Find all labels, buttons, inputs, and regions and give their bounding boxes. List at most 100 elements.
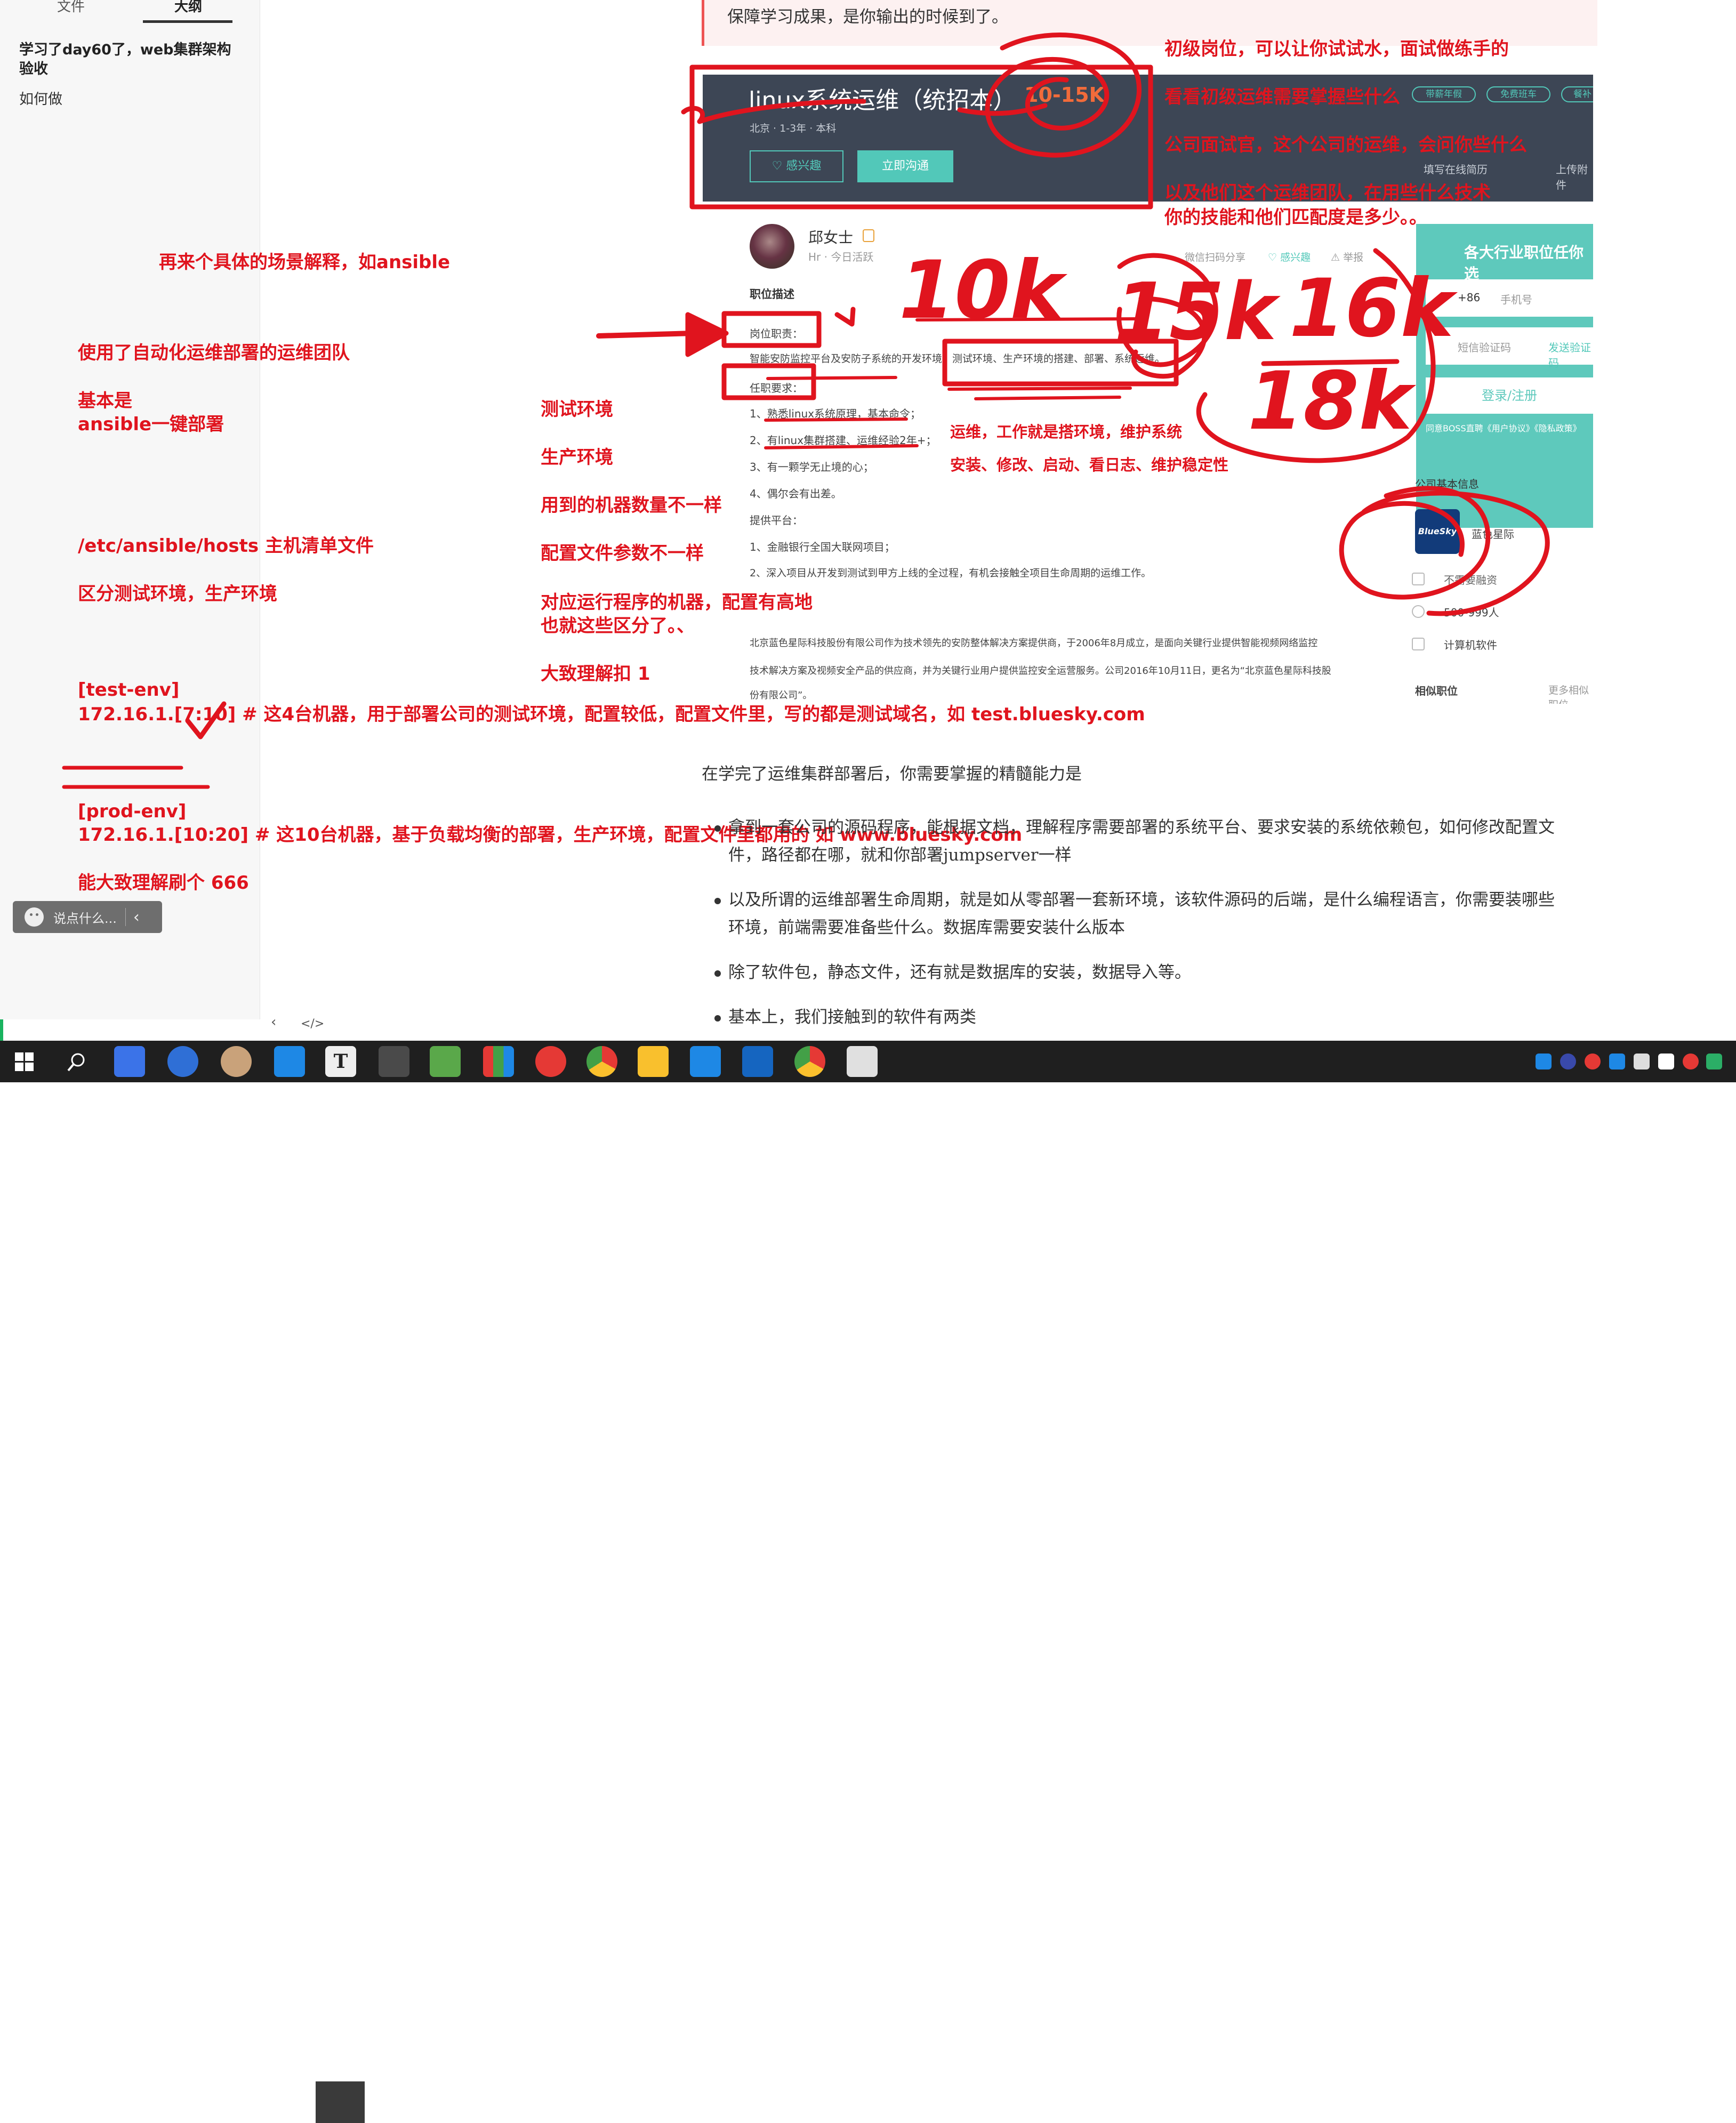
- bullet-icon: [714, 898, 721, 904]
- window-edge: [0, 1019, 3, 1041]
- arrow-shaft: [596, 330, 717, 339]
- avatar-app-icon[interactable]: [221, 1046, 252, 1077]
- verified-badge-icon: [863, 229, 874, 242]
- chat-now-button[interactable]: 立即沟通: [857, 150, 953, 182]
- company-intro: 份有限公司”。: [750, 690, 813, 701]
- doc-heading: 在学完了运维集群部署后，你需要掌握的精髓能力是: [702, 765, 1082, 784]
- chat-placeholder: 说点什么...: [53, 911, 117, 926]
- benefit-tag: 带薪年假: [1412, 86, 1476, 102]
- phone-prefix: +86: [1458, 291, 1481, 304]
- share-link[interactable]: 微信扫码分享: [1185, 250, 1245, 264]
- bullet-icon: [714, 825, 721, 832]
- mountain-app-icon[interactable]: [690, 1046, 721, 1077]
- upload-attachment-link[interactable]: 上传附件: [1556, 161, 1593, 192]
- job-salary: 10-15K: [1024, 83, 1105, 107]
- note-ops2: 安装、修改、启动、看日志、维护稳定性: [950, 456, 1229, 474]
- phone-input[interactable]: +86 手机号: [1426, 279, 1593, 317]
- hr-name: 邱女士: [808, 229, 854, 246]
- note-config: 配置文件参数不一样: [541, 543, 704, 564]
- note-basic1: 基本是: [78, 390, 132, 412]
- duty-text: 智能安防监控平台及安防子系统的开发环境、测试环境、生产环境的搭建、部署、系统运维…: [750, 353, 1166, 365]
- note-hosts: /etc/ansible/hosts 主机清单文件: [78, 535, 374, 557]
- tray-circle-icon[interactable]: [1560, 1054, 1576, 1069]
- company-name[interactable]: 蓝色星际: [1472, 526, 1514, 541]
- requirements-label: 任职要求：: [750, 382, 803, 395]
- send-code-link: 发送验证码: [1548, 341, 1591, 369]
- platform-item: 2、深入项目从开发到测试到甲方上线的全过程，有机会接触全项目生命周期的运维工作。: [750, 567, 1152, 579]
- search-icon[interactable]: [66, 1051, 87, 1073]
- note-scenario: 再来个具体的场景解释，如ansible: [159, 252, 451, 273]
- wechat-icon[interactable]: [1706, 1054, 1722, 1069]
- outline-item-sub[interactable]: 如何做: [19, 87, 62, 108]
- tray-cloud-icon[interactable]: [1536, 1054, 1552, 1069]
- tray-window-icon[interactable]: [1634, 1054, 1650, 1069]
- windows-start-icon[interactable]: [15, 1052, 34, 1072]
- sms-placeholder: 短信验证码: [1458, 341, 1511, 354]
- note-basic2: ansible一键部署: [78, 414, 224, 435]
- quote-text: 保障学习成果，是你输出的时候到了。: [727, 7, 1008, 27]
- source-code-icon[interactable]: </>: [301, 1017, 324, 1031]
- doc-item-2a: 以及所谓的运维部署生命周期，就是如从零部署一套新环境，该软件源码的后端，是什么编…: [728, 890, 1555, 910]
- company-info-title: 公司基本信息: [1415, 478, 1479, 490]
- interest-button[interactable]: ♡ 感兴趣: [750, 150, 843, 182]
- outline-item-title[interactable]: 学习了day60了，web集群架构验收: [19, 41, 243, 79]
- platform-label: 提供平台：: [750, 514, 803, 527]
- hr-avatar: [750, 224, 794, 269]
- blue-app-icon[interactable]: [274, 1046, 305, 1077]
- similar-jobs-title: 相似职位: [1415, 685, 1458, 697]
- note-interviewer: 公司面试官，这个公司的运维，会问你些什么: [1164, 134, 1527, 156]
- login-register-button[interactable]: 登录/注册: [1426, 377, 1593, 414]
- collapse-icon[interactable]: ‹: [133, 908, 140, 927]
- frame-app-icon[interactable]: [742, 1046, 773, 1077]
- tab-files[interactable]: 文件: [53, 0, 89, 18]
- requirement-item: 4、偶尔会有出差。: [750, 487, 842, 500]
- fill-resume-link[interactable]: 填写在线简历: [1424, 161, 1488, 176]
- swirl-app-icon[interactable]: [535, 1046, 566, 1077]
- benefit-tag: 免费班车: [1486, 86, 1550, 102]
- requirement-item: 3、有一颗学无止境的心；: [750, 461, 874, 473]
- note-env-prod: 生产环境: [541, 447, 613, 468]
- note-machines: 用到的机器数量不一样: [541, 495, 722, 516]
- job-meta: 北京 · 1-3年 · 本科: [750, 123, 837, 134]
- file-explorer-icon[interactable]: [638, 1046, 669, 1077]
- note-team: 使用了自动化运维部署的运维团队: [78, 342, 350, 364]
- people-icon: [1412, 605, 1425, 618]
- note-test-line: 172.16.1.[7:10] # 这4台机器，用于部署公司的测试环境，配置较低…: [78, 704, 1145, 725]
- taskbar: T: [0, 1041, 1736, 2123]
- chrome-icon[interactable]: [586, 1046, 617, 1077]
- note-rough: 大致理解扣 1: [541, 663, 650, 685]
- note-understand: 能大致理解刷个 666: [78, 872, 249, 894]
- chat-input-box[interactable]: 说点什么... ‹: [13, 901, 162, 933]
- chrome-2-icon[interactable]: [794, 1046, 825, 1077]
- note-team-tech1: 以及他们这个运维团队，在用些什么技术: [1164, 182, 1491, 204]
- sublime-icon[interactable]: [379, 1046, 409, 1077]
- tray-mountain-icon[interactable]: [1609, 1054, 1625, 1069]
- tray-record-icon[interactable]: [1585, 1054, 1601, 1069]
- agreement-text[interactable]: 同意BOSS直聘《用户协议》《隐私政策》: [1426, 421, 1581, 434]
- bullet-icon: [714, 970, 721, 977]
- doc-item-1a: 拿到一套公司的源码程序，能根据文档，理解程序需要部署的系统平台、要求安装的系统依…: [728, 818, 1555, 837]
- typora-icon[interactable]: T: [325, 1046, 356, 1077]
- sms-code-input[interactable]: 短信验证码 发送验证码: [1426, 327, 1593, 369]
- more-similar-link[interactable]: 更多相似职位: [1548, 682, 1593, 704]
- doc-item-2b: 环境，前端需要准备些什么。数据库需要安装什么版本: [728, 918, 1125, 937]
- back-icon[interactable]: ‹: [271, 1014, 276, 1030]
- note-high-low2: 也就这些区分了。、: [541, 615, 695, 637]
- note-team-tech2: 你的技能和他们匹配度是多少。。: [1164, 207, 1427, 228]
- image-app-icon[interactable]: [847, 1046, 878, 1077]
- job-title: linux系统运维（统招本）: [749, 87, 1017, 114]
- notepad-icon[interactable]: [430, 1046, 461, 1077]
- company-size: 500-999人: [1444, 606, 1499, 619]
- note-junior: 初级岗位，可以让你试试水，面试做练手的: [1164, 38, 1509, 60]
- colorful-app-icon[interactable]: [483, 1046, 514, 1077]
- tab-outline[interactable]: 大纲: [171, 0, 206, 18]
- tray-grid-icon[interactable]: [1658, 1054, 1674, 1069]
- interest-link[interactable]: ♡ 感兴趣: [1268, 250, 1311, 264]
- check-app-icon[interactable]: [167, 1046, 198, 1077]
- feishu-icon[interactable]: [114, 1046, 145, 1077]
- emoji-icon[interactable]: [25, 907, 44, 927]
- financing-icon: [1412, 573, 1425, 585]
- report-link[interactable]: ⚠ 举报: [1331, 250, 1363, 264]
- duty-label: 岗位职责：: [750, 327, 803, 340]
- tray-swirl-icon[interactable]: [1683, 1054, 1699, 1069]
